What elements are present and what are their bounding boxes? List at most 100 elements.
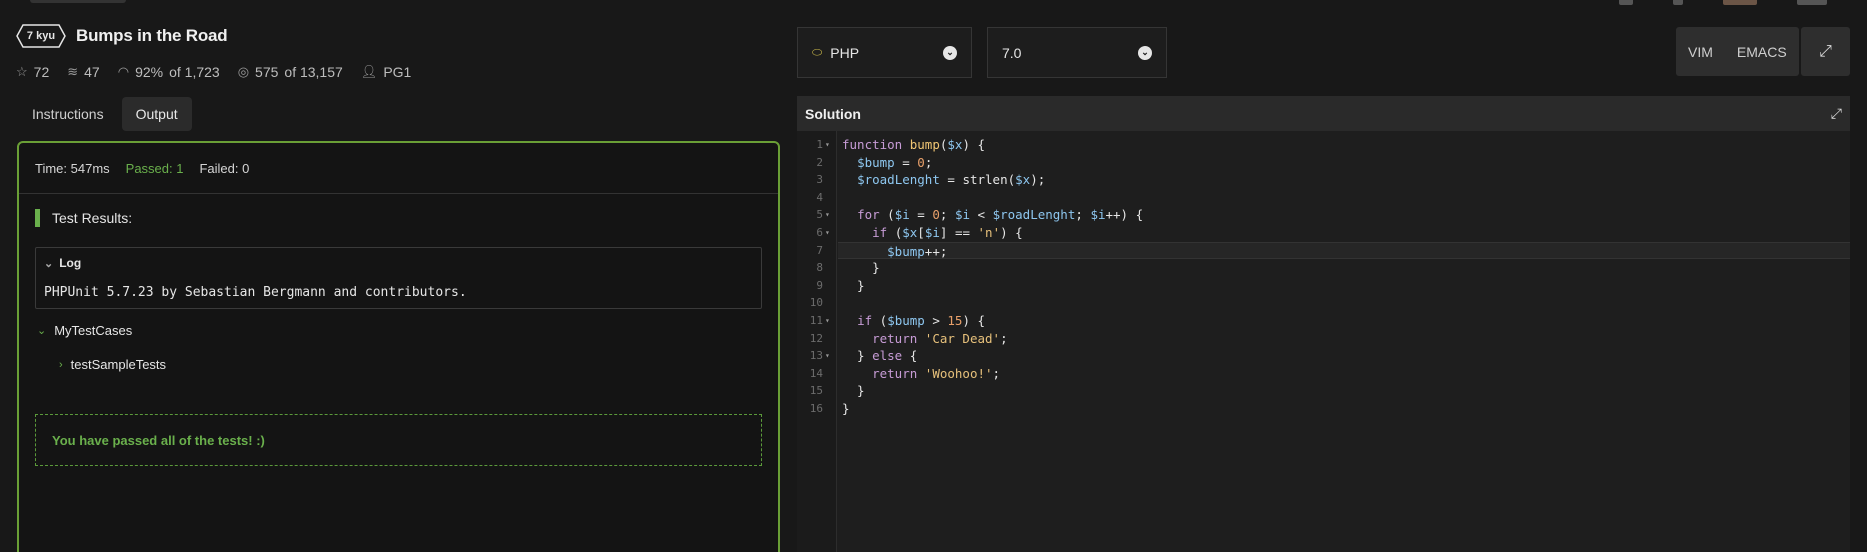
failed-count: Failed: 0: [199, 160, 250, 176]
code-line[interactable]: }: [838, 259, 1850, 277]
author-stat[interactable]: 👤︎ PG1: [361, 64, 412, 80]
line-number: 4: [797, 189, 836, 207]
collections-count: 47: [84, 64, 100, 80]
menu-icon[interactable]: [1673, 0, 1683, 5]
line-number: 3: [797, 171, 836, 189]
rank-label: 7 kyu: [26, 30, 56, 42]
expand-icon: ⤢: [1819, 42, 1832, 60]
test-results-title: Test Results:: [52, 210, 133, 226]
test-suite[interactable]: ⌄ MyTestCases: [37, 323, 132, 338]
stars-count: 72: [33, 64, 50, 80]
version-select[interactable]: 7.0 ⌄: [987, 27, 1167, 78]
code-line[interactable]: }: [838, 400, 1850, 418]
fold-arrow-icon[interactable]: ▾: [825, 136, 833, 154]
fold-arrow-icon[interactable]: ▾: [825, 347, 833, 365]
language-select[interactable]: ⬭ PHP ⌄: [797, 27, 972, 78]
chevron-down-icon: ⌄: [943, 45, 957, 60]
codewars-kata-page: 7 kyu Bumps in the Road ☆ 72 ≋ 47 ◠ 92% …: [0, 0, 1867, 552]
code-editor[interactable]: 1 ▾ 2 3 4 5 ▾ 6 ▾ 7 8 9 10 11 ▾ 12 13 ▾ 14 15 16 function bu…: [797, 131, 1850, 552]
line-gutter: 1 ▾ 2 3 4 5 ▾ 6 ▾ 7 8 9 10 11 ▾ 12 13 ▾ 14 15 16: [797, 131, 837, 552]
line-number: 14: [797, 365, 836, 383]
code-line[interactable]: }: [838, 382, 1850, 400]
layers-icon: ≋: [67, 64, 79, 79]
stars-stat[interactable]: ☆ 72: [16, 64, 49, 80]
author-name: PG1: [383, 64, 412, 80]
completed-value: 575: [255, 64, 279, 80]
star-icon: ☆: [16, 64, 28, 79]
top-clipped-button[interactable]: [30, 0, 126, 3]
code-line[interactable]: $bump++;: [838, 241, 1850, 260]
code-line[interactable]: }: [838, 277, 1850, 295]
version-label: 7.0: [1002, 44, 1022, 61]
language-label: PHP: [830, 44, 860, 61]
code-line[interactable]: } else {: [838, 347, 1850, 365]
top-right-nav: [1619, 0, 1827, 6]
chevron-right-icon: ›: [59, 358, 63, 371]
code-line[interactable]: [838, 294, 1850, 312]
tab-instructions[interactable]: Instructions: [18, 97, 118, 131]
chevron-down-icon: ⌄: [37, 325, 47, 337]
line-number: 11 ▾: [797, 312, 836, 330]
run-time: Time: 547ms: [35, 160, 110, 176]
pass-message: You have passed all of the tests! :): [35, 414, 762, 466]
line-number: 10: [797, 294, 836, 312]
description-tabs: Instructions Output: [18, 97, 192, 131]
target-icon: ◎: [237, 64, 250, 79]
completed-stat: ◎ 575 of 13,157: [238, 64, 343, 80]
line-number: 2: [797, 154, 836, 172]
passed-count: Passed: 1: [125, 160, 184, 176]
honor-badge: [1797, 0, 1827, 5]
code-line[interactable]: [838, 189, 1850, 207]
fullscreen-button[interactable]: ⤢: [1801, 27, 1850, 76]
expand-icon[interactable]: ⤢: [1831, 105, 1842, 122]
avatar[interactable]: [1723, 0, 1757, 5]
line-number: 8: [797, 259, 836, 277]
code-line[interactable]: for ($i = 0; $i < $roadLenght; $i++) {: [838, 206, 1850, 224]
completed-total: of 13,157: [284, 64, 343, 80]
code-line[interactable]: function bump($x) {: [838, 136, 1850, 154]
code-area[interactable]: function bump($x) { $bump = 0; $roadLeng…: [838, 136, 1850, 418]
code-line[interactable]: if ($x[$i] == 'n') {: [838, 224, 1850, 242]
rank-badge: 7 kyu: [16, 24, 66, 48]
collections-stat[interactable]: ≋ 47: [67, 64, 99, 80]
php-icon: ⬭: [812, 45, 823, 59]
results-indicator: [35, 209, 40, 227]
code-line[interactable]: return 'Car Dead';: [838, 330, 1850, 348]
solution-header: Solution ⤢: [797, 96, 1850, 131]
fold-arrow-icon[interactable]: ▾: [825, 224, 833, 242]
fold-arrow-icon[interactable]: ▾: [825, 206, 833, 224]
code-line[interactable]: $roadLenght = strlen($x);: [838, 171, 1850, 189]
log-title: Log: [59, 256, 82, 270]
line-number: 1 ▾: [797, 136, 836, 154]
log-toggle[interactable]: ⌄ Log: [44, 256, 81, 270]
log-text: PHPUnit 5.7.23 by Sebastian Bergmann and…: [44, 285, 467, 300]
line-number: 5 ▾: [797, 206, 836, 224]
line-number: 12: [797, 330, 836, 348]
test-case[interactable]: › testSampleTests: [59, 357, 166, 372]
chevron-down-icon: ⌄: [1138, 45, 1152, 60]
code-line[interactable]: return 'Woohoo!';: [838, 365, 1850, 383]
emacs-button[interactable]: EMACS: [1725, 27, 1799, 76]
user-icon: 👤︎: [360, 64, 378, 79]
code-line[interactable]: $bump = 0;: [838, 154, 1850, 172]
vim-button[interactable]: VIM: [1676, 27, 1725, 76]
notification-icon[interactable]: [1619, 0, 1633, 5]
tab-output[interactable]: Output: [121, 97, 192, 131]
satisfaction-stat: ◠ 92% of 1,723: [118, 64, 220, 80]
satisfaction-total: of 1,723: [169, 64, 220, 80]
fold-arrow-icon[interactable]: ▾: [825, 312, 833, 330]
kata-header: 7 kyu Bumps in the Road: [16, 24, 228, 48]
output-panel: Time: 547ms Passed: 1 Failed: 0 Test Res…: [17, 141, 780, 552]
code-line[interactable]: if ($bump > 15) {: [838, 312, 1850, 330]
